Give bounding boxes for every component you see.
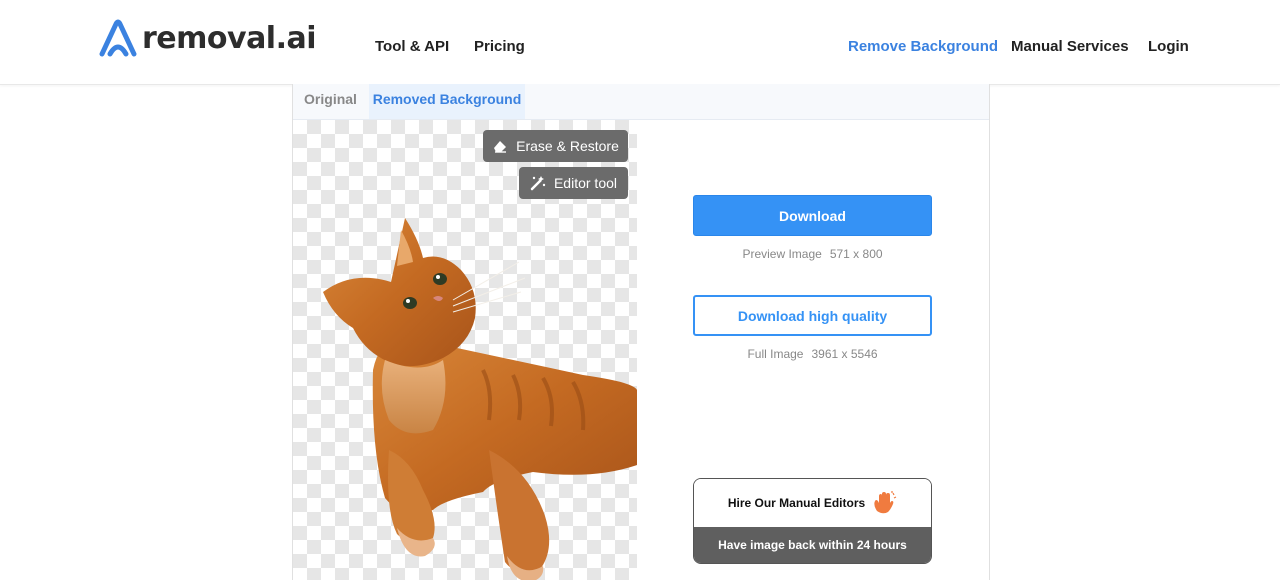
hire-editors-card[interactable]: Hire Our Manual Editors Have image back … — [693, 478, 932, 564]
download-button[interactable]: Download — [693, 195, 932, 236]
eraser-icon — [494, 141, 507, 153]
nav-login[interactable]: Login — [1148, 38, 1189, 55]
full-image-label: Full Image — [747, 347, 804, 361]
editor-tool-button[interactable]: Editor tool — [519, 167, 628, 199]
nav-pricing[interactable]: Pricing — [474, 38, 525, 55]
download-sidebar: Download Preview Image 571 x 800 Download… — [637, 120, 989, 580]
erase-restore-label: Erase & Restore — [516, 138, 619, 154]
download-high-quality-button[interactable]: Download high quality — [693, 295, 932, 336]
full-image-info: Full Image 3961 x 5546 — [693, 347, 932, 361]
waving-hand-icon — [874, 491, 897, 514]
tab-original[interactable]: Original — [293, 84, 368, 119]
preview-image-info: Preview Image 571 x 800 — [693, 247, 932, 261]
hire-editors-subtitle: Have image back within 24 hours — [694, 527, 931, 563]
erase-restore-button[interactable]: Erase & Restore — [483, 130, 628, 162]
preview-image-size: 571 x 800 — [829, 247, 883, 261]
logo-text: removal.ai — [142, 20, 317, 56]
hire-editors-title: Hire Our Manual Editors — [727, 496, 866, 510]
full-image-size: 3961 x 5546 — [811, 347, 878, 361]
editor-tool-label: Editor tool — [553, 175, 618, 191]
magic-wand-icon — [530, 176, 546, 191]
result-panel: Original Removed Background Erase & Rest… — [292, 84, 990, 580]
site-header: removal.ai Tool & API Pricing Remove Bac… — [0, 0, 1280, 85]
removal-logo-icon — [99, 19, 137, 57]
nav-tool-api[interactable]: Tool & API — [375, 38, 449, 55]
preview-image-label: Preview Image — [742, 247, 822, 261]
tab-removed-background[interactable]: Removed Background — [369, 84, 525, 119]
logo[interactable]: removal.ai — [96, 18, 317, 58]
image-preview: Erase & Restore Editor tool — [293, 120, 637, 580]
nav-remove-background[interactable]: Remove Background — [848, 38, 998, 55]
tab-bar: Original Removed Background — [293, 84, 989, 120]
nav-manual-services[interactable]: Manual Services — [1011, 38, 1129, 55]
hire-editors-header: Hire Our Manual Editors — [694, 479, 931, 527]
